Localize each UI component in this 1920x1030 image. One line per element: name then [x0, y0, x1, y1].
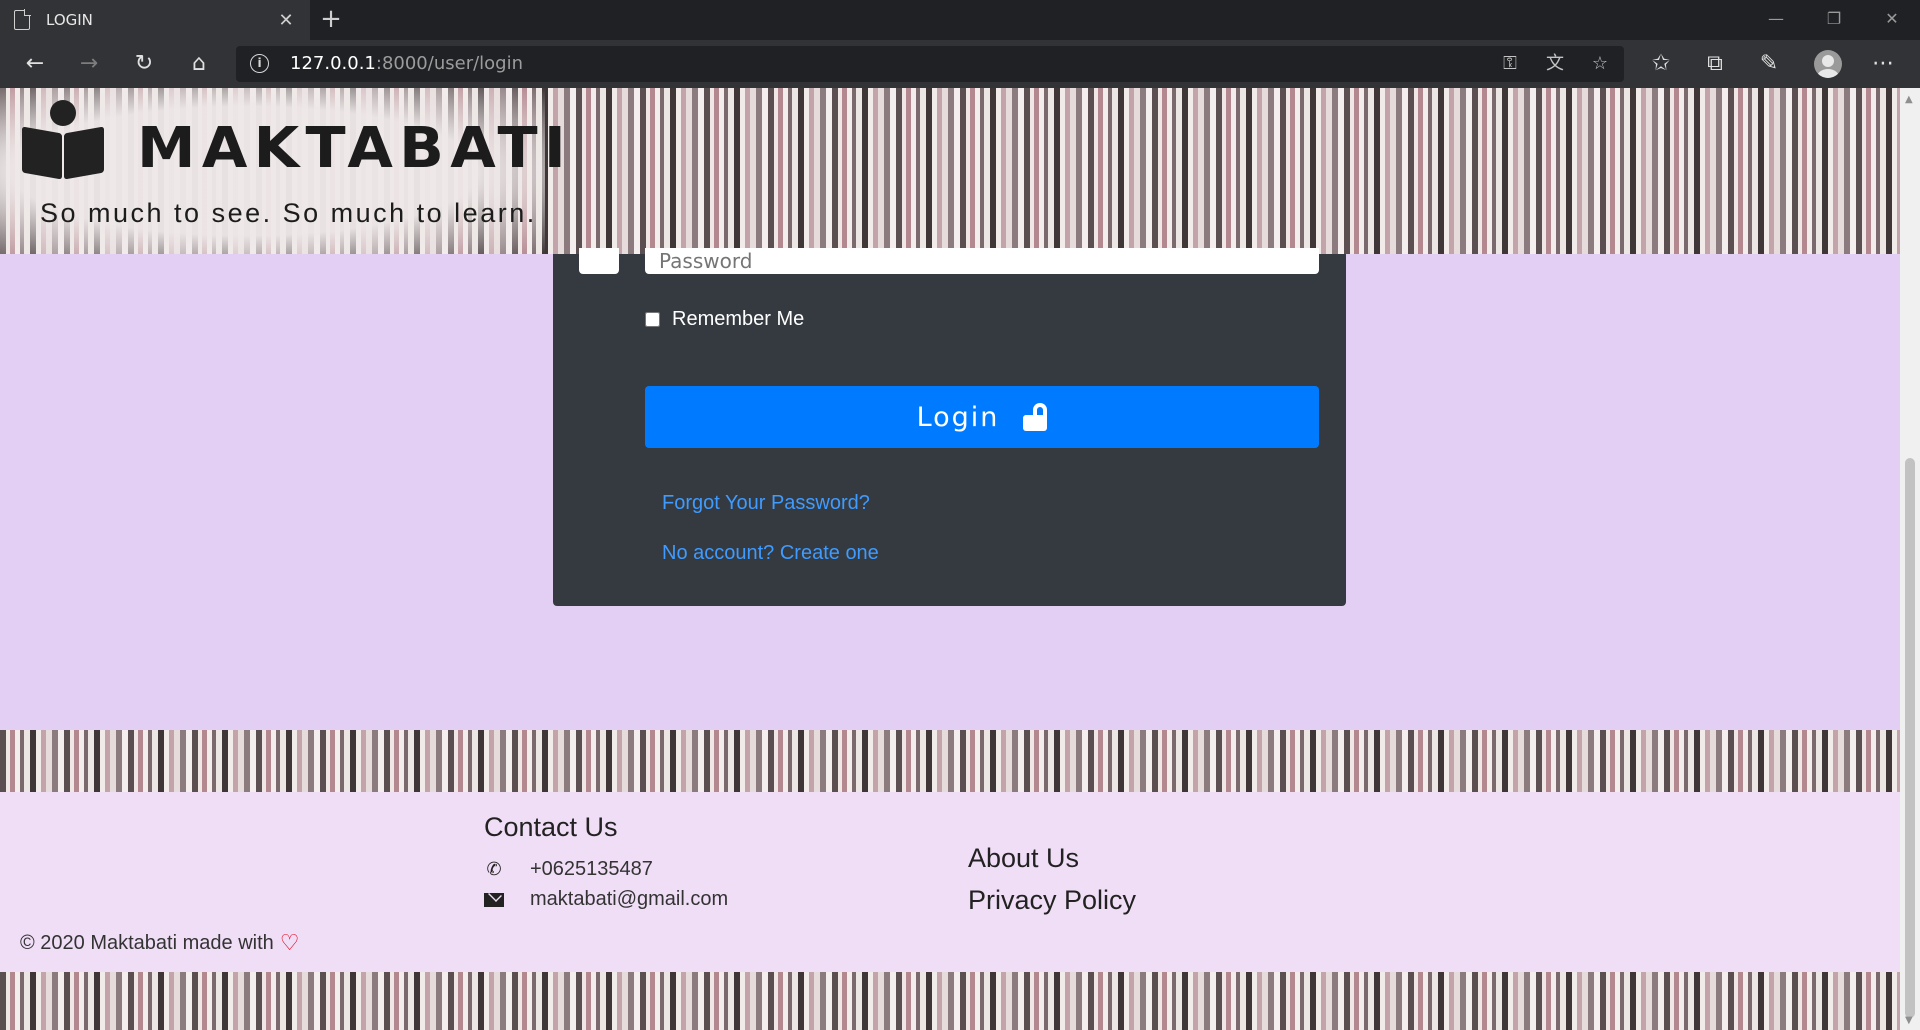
page-viewport: MAKTABATI So much to see. So much to lea…	[0, 88, 1900, 1030]
lock-input-addon	[579, 248, 619, 274]
contact-title: Contact Us	[484, 812, 618, 842]
window-close-button[interactable]: ✕	[1864, 0, 1920, 40]
about-us-link[interactable]: About Us	[968, 843, 1079, 874]
url-text: 127.0.0.1:8000/user/login	[290, 53, 524, 74]
copyright: © 2020 Maktabati made with ♡	[20, 930, 300, 956]
site-info-icon[interactable]: i	[250, 54, 269, 73]
password-field[interactable]	[645, 248, 1319, 274]
bottom-shelf-banner	[0, 972, 1900, 1030]
feedback-icon[interactable]: ✎	[1752, 48, 1786, 80]
login-card: Remember Me Login Forgot Your Password? …	[553, 248, 1346, 606]
site-header: MAKTABATI So much to see. So much to lea…	[0, 88, 1900, 254]
browser-toolbar: ← → ↻ ⌂ i 127.0.0.1:8000/user/login ⚿ 文 …	[0, 40, 1920, 88]
back-arrow-icon[interactable]: ←	[18, 48, 52, 80]
envelope-icon	[484, 892, 504, 907]
browser-tab[interactable]: LOGIN ✕	[0, 0, 310, 40]
page-scrollbar[interactable]: ▲ ▼	[1900, 88, 1920, 1030]
minimize-button[interactable]: —	[1748, 0, 1804, 40]
scroll-up-icon[interactable]: ▲	[1905, 94, 1913, 105]
translate-icon[interactable]: 文	[1541, 52, 1569, 76]
phone-icon: ✆	[486, 859, 502, 879]
create-account-link[interactable]: No account? Create one	[662, 542, 879, 565]
collections-icon[interactable]: ⧉	[1698, 48, 1732, 80]
page-icon	[14, 9, 31, 30]
scrollbar-thumb[interactable]	[1905, 458, 1915, 1018]
unlock-icon	[1023, 403, 1048, 431]
tab-title: LOGIN	[46, 11, 93, 29]
site-footer: Contact Us ✆ +0625135487 maktabati@gmail…	[0, 792, 1900, 972]
brand-name[interactable]: MAKTABATI	[137, 116, 572, 181]
login-button[interactable]: Login	[645, 386, 1319, 448]
heart-icon: ♡	[279, 930, 300, 955]
remember-me[interactable]: Remember Me	[645, 308, 804, 331]
reader-logo-icon[interactable]	[20, 100, 106, 180]
phone-number: +0625135487	[530, 858, 653, 880]
more-menu-icon[interactable]: ⋯	[1866, 48, 1900, 80]
contact-email: maktabati@gmail.com	[484, 888, 728, 911]
key-icon[interactable]: ⚿	[1496, 52, 1524, 76]
remember-label: Remember Me	[672, 308, 805, 330]
refresh-icon[interactable]: ↻	[127, 48, 161, 80]
forward-arrow-icon[interactable]: →	[72, 48, 106, 80]
copyright-text: © 2020 Maktabati made with	[20, 931, 274, 954]
home-icon[interactable]: ⌂	[182, 48, 216, 80]
favorites-icon[interactable]: ✩	[1644, 48, 1678, 80]
address-bar[interactable]: i 127.0.0.1:8000/user/login ⚿ 文 ☆	[236, 46, 1624, 82]
favorite-star-icon[interactable]: ☆	[1586, 52, 1614, 76]
contact-phone: ✆ +0625135487	[484, 858, 653, 881]
remember-checkbox[interactable]	[645, 312, 660, 327]
scroll-down-icon[interactable]: ▼	[1905, 1015, 1913, 1026]
browser-tab-bar: LOGIN ✕ + — ❐ ✕	[0, 0, 1920, 40]
login-button-label: Login	[916, 401, 1000, 433]
tagline: So much to see. So much to learn.	[40, 198, 537, 228]
restore-button[interactable]: ❐	[1806, 0, 1862, 40]
new-tab-button[interactable]: +	[316, 4, 346, 34]
tab-close-icon[interactable]: ✕	[276, 10, 296, 31]
forgot-password-link[interactable]: Forgot Your Password?	[662, 492, 870, 515]
privacy-policy-link[interactable]: Privacy Policy	[968, 885, 1136, 916]
email-address: maktabati@gmail.com	[530, 888, 729, 910]
profile-avatar[interactable]	[1814, 50, 1842, 78]
footer-shelf-banner	[0, 730, 1900, 792]
